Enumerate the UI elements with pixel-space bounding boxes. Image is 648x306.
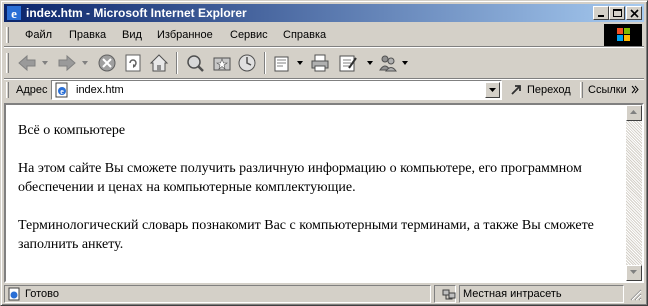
- links-grip[interactable]: [580, 82, 583, 98]
- menu-file[interactable]: Файл: [25, 29, 52, 41]
- edit-dropdown-icon[interactable]: [367, 61, 373, 65]
- menu-edit[interactable]: Правка: [69, 29, 106, 41]
- links-button[interactable]: Ссылки: [588, 84, 627, 96]
- maximize-icon: [613, 9, 622, 17]
- resize-grip[interactable]: [628, 287, 642, 301]
- ie-logo-icon: e: [7, 6, 21, 21]
- go-arrow-icon: [511, 85, 521, 95]
- page-paragraph-glossary: Терминологический словарь познакомит Вас…: [18, 218, 594, 252]
- toolbar-grip[interactable]: [6, 53, 9, 73]
- minimize-button[interactable]: [593, 6, 609, 20]
- address-input[interactable]: index.htm: [76, 84, 124, 96]
- edit-icon[interactable]: [337, 52, 359, 74]
- menu-favorites[interactable]: Избранное: [157, 29, 213, 41]
- address-bar: Адрес e index.htm Переход Ссылки: [4, 79, 644, 101]
- scroll-down-button[interactable]: [626, 265, 642, 281]
- window-title: index.htm - Microsoft Internet Explorer: [26, 6, 247, 20]
- intranet-icon: [442, 289, 456, 300]
- page-content: Всё о компьютере На этом сайте Вы сможет…: [4, 103, 644, 283]
- print-icon[interactable]: [309, 52, 331, 74]
- chevron-down-icon: [489, 88, 496, 92]
- page-heading: Всё о компьютере: [18, 123, 126, 138]
- windows-flag-icon: [617, 28, 630, 41]
- messenger-icon[interactable]: [377, 52, 399, 74]
- back-arrow-icon[interactable]: [16, 52, 38, 74]
- home-icon[interactable]: [148, 52, 170, 74]
- history-icon[interactable]: [236, 52, 258, 74]
- mail-dropdown-icon[interactable]: [297, 61, 303, 65]
- menu-view[interactable]: Вид: [122, 29, 142, 41]
- refresh-icon[interactable]: [122, 52, 144, 74]
- forward-dropdown-icon[interactable]: [82, 61, 88, 65]
- page-icon: e: [55, 82, 68, 98]
- zone-text: Местная интрасеть: [463, 288, 562, 300]
- back-dropdown-icon[interactable]: [42, 61, 48, 65]
- search-icon[interactable]: [184, 52, 206, 74]
- vertical-scrollbar[interactable]: [626, 105, 642, 281]
- status-pane-main: Готово: [4, 285, 431, 303]
- scroll-up-button[interactable]: [626, 105, 642, 121]
- svg-text:e: e: [60, 87, 64, 96]
- go-label: Переход: [527, 84, 571, 96]
- toolbar-separator: [176, 52, 178, 74]
- close-icon: [630, 9, 639, 18]
- mail-icon[interactable]: [272, 52, 294, 74]
- minimize-icon: [598, 15, 604, 17]
- svg-text:e: e: [11, 6, 17, 21]
- messenger-dropdown-icon[interactable]: [402, 61, 408, 65]
- arrow-down-icon: [630, 270, 637, 274]
- close-button[interactable]: [626, 6, 642, 20]
- menu-grip[interactable]: [6, 27, 9, 43]
- windows-logo: [604, 24, 642, 46]
- resize-grip-icon: [630, 289, 642, 301]
- address-dropdown-button[interactable]: [485, 82, 500, 98]
- address-label: Адрес: [16, 84, 48, 96]
- forward-arrow-icon[interactable]: [56, 52, 78, 74]
- favorites-icon[interactable]: [211, 52, 233, 74]
- standard-toolbar: [4, 48, 644, 78]
- status-bar: Готово Местная интрасеть: [4, 285, 644, 303]
- maximize-button[interactable]: [609, 6, 625, 20]
- status-text: Готово: [25, 288, 59, 300]
- status-pane-zone: Местная интрасеть: [442, 285, 624, 303]
- browser-window: e index.htm - Microsoft Internet Explore…: [0, 0, 648, 306]
- chevron-right-icon[interactable]: [631, 85, 639, 94]
- document-body: Всё о компьютере На этом сайте Вы сможет…: [18, 121, 623, 273]
- page-paragraph-intro: На этом сайте Вы сможете получить различ…: [18, 161, 582, 195]
- title-bar[interactable]: e index.htm - Microsoft Internet Explore…: [4, 4, 644, 22]
- stop-icon[interactable]: [96, 52, 118, 74]
- address-grip[interactable]: [6, 82, 9, 98]
- page-done-icon: [8, 287, 20, 301]
- menu-help[interactable]: Справка: [283, 29, 326, 41]
- toolbar-separator: [264, 52, 266, 74]
- menu-bar: Файл Правка Вид Избранное Сервис Справка: [4, 24, 644, 46]
- menu-tools[interactable]: Сервис: [230, 29, 268, 41]
- address-field[interactable]: e index.htm: [51, 80, 502, 100]
- arrow-up-icon: [630, 110, 637, 114]
